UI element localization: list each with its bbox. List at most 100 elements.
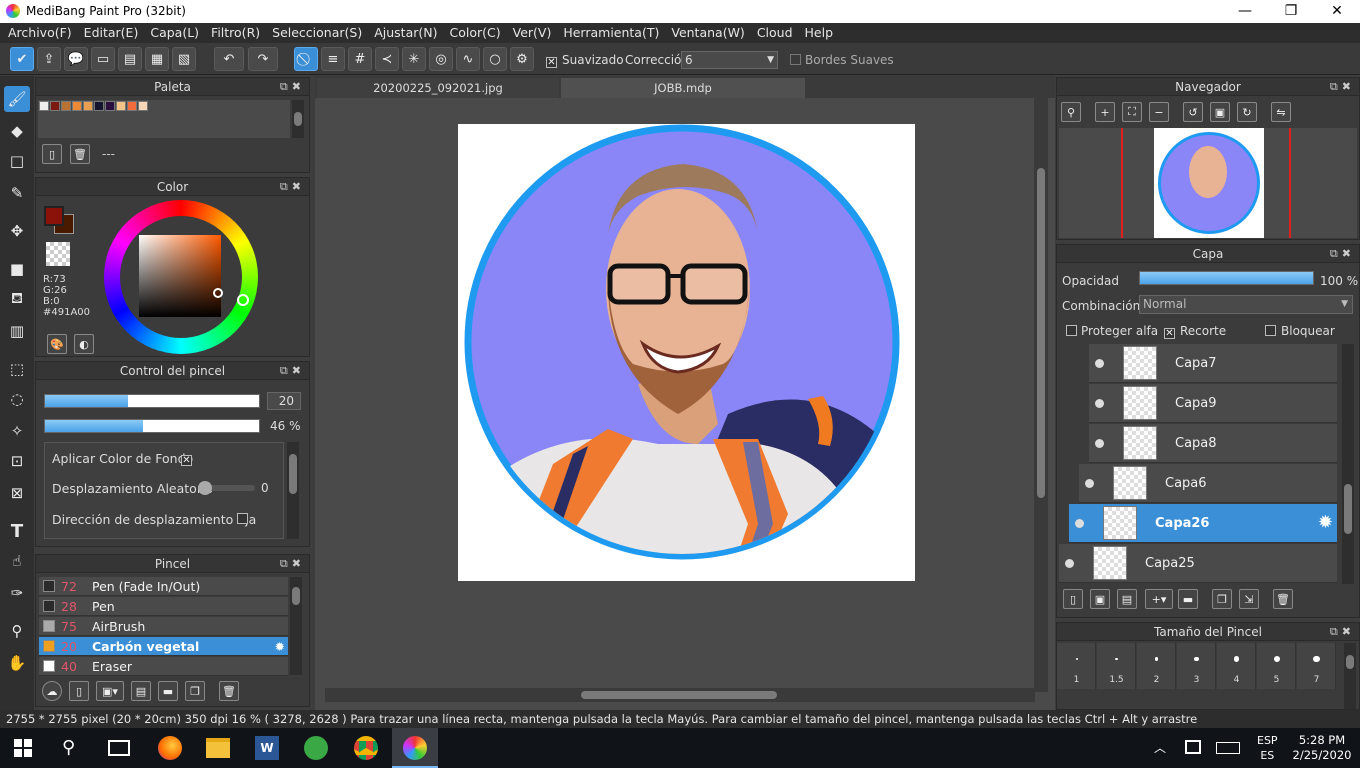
panel-float-close-icon[interactable]: ⧉✖	[280, 362, 305, 380]
menu-herramienta[interactable]: Herramienta(T)	[557, 23, 665, 43]
saturation-value-square[interactable]	[139, 235, 221, 317]
menu-ventana[interactable]: Ventana(W)	[665, 23, 750, 43]
page-icon[interactable]: ▤	[118, 47, 142, 71]
new-halftone-layer-icon[interactable]: ▣	[1090, 589, 1110, 609]
flip-icon[interactable]: ⇋	[1271, 102, 1291, 122]
brush-opacity-slider[interactable]	[44, 419, 260, 433]
word-icon[interactable]: W	[255, 736, 279, 760]
fit-screen-icon[interactable]: ⛶	[1122, 102, 1142, 122]
merge-layer-icon[interactable]: ⇲	[1239, 589, 1259, 609]
snap-off-icon[interactable]: ⃠	[294, 47, 318, 71]
layer-item[interactable]: Capa25	[1059, 544, 1337, 583]
gear-icon[interactable]: ✹	[1318, 512, 1333, 533]
navigator-preview[interactable]	[1059, 128, 1357, 238]
brush-size-cell[interactable]: 1	[1057, 643, 1096, 689]
layer-item[interactable]: Capa8	[1089, 424, 1337, 463]
new-8bit-layer-icon[interactable]: ▤	[1117, 589, 1137, 609]
panel-float-close-icon[interactable]: ⧉✖	[1330, 623, 1355, 641]
move-tool-icon[interactable]: ✥	[4, 218, 30, 244]
maximize-button[interactable]: ❐	[1268, 0, 1314, 23]
drawing-canvas[interactable]	[458, 124, 915, 581]
visibility-eye-icon[interactable]	[1095, 399, 1104, 408]
menu-editar[interactable]: Editar(E)	[78, 23, 145, 43]
canvas-vertical-scrollbar[interactable]	[1034, 98, 1048, 692]
brush-size-cell[interactable]: 1.5	[1097, 643, 1136, 689]
new-layer-icon[interactable]: ▯	[1063, 589, 1083, 609]
brush-item[interactable]: 40 Eraser	[39, 657, 288, 676]
operation-tool-icon[interactable]: ☝	[4, 548, 30, 574]
redo-icon[interactable]: ↷	[248, 47, 278, 71]
palette-swatch[interactable]	[127, 101, 137, 111]
brush-size-cell[interactable]: 2	[1137, 643, 1176, 689]
palette-scrollbar[interactable]	[292, 100, 304, 138]
radial-snap-icon[interactable]: ✳	[402, 47, 426, 71]
add-brush-icon[interactable]: ▯	[69, 681, 89, 701]
brush-size-cell[interactable]: 3	[1177, 643, 1216, 689]
delete-layer-icon[interactable]: 🗑	[1273, 589, 1293, 609]
color-settings-icon[interactable]: ◐	[74, 334, 94, 354]
brush-size-cell[interactable]: 7	[1297, 643, 1336, 689]
delete-brush-icon[interactable]: 🗑	[219, 681, 239, 701]
brush-list-scrollbar[interactable]	[290, 577, 302, 675]
visibility-eye-icon[interactable]	[1085, 479, 1094, 488]
curve-snap-icon[interactable]: ∿	[456, 47, 480, 71]
brush-folder-icon[interactable]: ▬	[158, 681, 178, 701]
share-icon[interactable]: ⇪	[37, 47, 61, 71]
layer-list-scrollbar[interactable]	[1342, 344, 1354, 584]
layer-item[interactable]: Capa6	[1079, 464, 1337, 503]
select-eraser-tool-icon[interactable]: ⊠	[4, 480, 30, 506]
save-cloud-icon[interactable]: ✔	[10, 47, 34, 71]
lock-checkbox[interactable]	[1265, 324, 1276, 338]
layer-opacity-slider[interactable]	[1139, 271, 1314, 285]
file-explorer-icon[interactable]	[206, 738, 230, 758]
bucket-tool-icon[interactable]: ⛾	[4, 286, 30, 312]
chrome-icon[interactable]	[354, 736, 378, 760]
menu-ajustar[interactable]: Ajustar(N)	[368, 23, 443, 43]
fill-rect-tool-icon[interactable]: ■	[4, 256, 30, 282]
layout-icon[interactable]: ▦	[145, 47, 169, 71]
zoom-out-icon[interactable]: −	[1149, 102, 1169, 122]
tab-mdp[interactable]: JOBB.mdp	[561, 78, 805, 98]
palette-swatch[interactable]	[116, 101, 126, 111]
color-palette-icon[interactable]: 🎨	[47, 334, 67, 354]
visibility-eye-icon[interactable]	[1095, 439, 1104, 448]
dot-brush-tool-icon[interactable]: ✎	[4, 180, 30, 206]
fit-icon[interactable]: ▣	[1210, 102, 1230, 122]
brush-item[interactable]: 20 Carbón vegetal ✹	[39, 637, 288, 656]
minimize-button[interactable]: —	[1222, 0, 1268, 23]
search-icon[interactable]: ⚲	[62, 737, 75, 758]
rotate-right-icon[interactable]: ↻	[1237, 102, 1257, 122]
keyboard-icon[interactable]	[1216, 742, 1240, 754]
menu-capa[interactable]: Capa(L)	[144, 23, 205, 43]
tab-jpg[interactable]: 20200225_092021.jpg	[317, 78, 559, 98]
select-pen-tool-icon[interactable]: ⊡	[4, 448, 30, 474]
menu-filtro[interactable]: Filtro(R)	[205, 23, 266, 43]
brush-size-cell[interactable]: 4	[1217, 643, 1256, 689]
visibility-eye-icon[interactable]	[1075, 519, 1084, 528]
gear-icon[interactable]: ✹	[275, 637, 285, 656]
divide-tool-icon[interactable]: ✑	[4, 580, 30, 606]
eraser-tool-icon[interactable]: ◆	[4, 118, 30, 144]
visibility-eye-icon[interactable]	[1065, 559, 1074, 568]
correction-select[interactable]: 6 ▼	[681, 51, 778, 69]
menu-seleccionar[interactable]: Seleccionar(S)	[266, 23, 368, 43]
add-brush-menu-icon[interactable]: ▣▾	[96, 681, 124, 701]
close-window-button[interactable]: ✕	[1314, 0, 1360, 23]
palette-swatch[interactable]	[50, 101, 60, 111]
menu-color[interactable]: Color(C)	[443, 23, 506, 43]
chevron-up-icon[interactable]: ︿	[1154, 739, 1166, 756]
layer-item[interactable]: Capa9	[1089, 384, 1337, 423]
palette-swatch[interactable]	[83, 101, 93, 111]
brush-item[interactable]: 75 AirBrush	[39, 617, 288, 636]
frame-icon[interactable]: ▧	[172, 47, 196, 71]
brush-size-cell[interactable]: 5	[1257, 643, 1296, 689]
new-palette-icon[interactable]: ▯	[42, 144, 62, 164]
fixed-shift-checkbox[interactable]	[237, 512, 248, 526]
medibang-taskbar-button[interactable]	[392, 728, 438, 768]
color-picker-cursor[interactable]	[213, 288, 223, 298]
canvas-horizontal-scrollbar[interactable]	[325, 688, 1035, 702]
concentric-snap-icon[interactable]: ◎	[429, 47, 453, 71]
palette-swatch[interactable]	[72, 101, 82, 111]
palette-swatch[interactable]	[39, 101, 49, 111]
layer-folder-icon[interactable]: ▬	[1178, 589, 1198, 609]
